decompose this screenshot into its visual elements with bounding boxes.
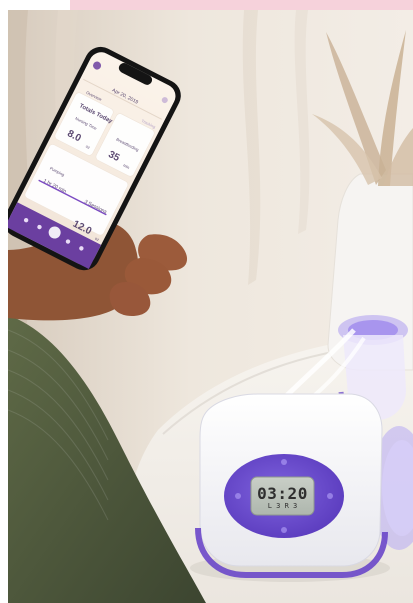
pumping-volume: 12.0 (70, 218, 94, 238)
photo-frame: Apr 20, 2019 Overview Tracking Totals To… (0, 0, 413, 603)
top-accent-band (70, 0, 413, 10)
pumping-time: 1 hr 20 min (42, 178, 68, 195)
app-date: Apr 20, 2019 (110, 87, 140, 106)
pumping-sessions: 3 Sessions (83, 198, 108, 216)
pump-lcd-subtext: L 3 R 3 (267, 502, 298, 510)
pump-button-icon (281, 527, 287, 533)
breastfeeding-card-unit: min (122, 162, 131, 170)
nursing-card-unit: oz (84, 143, 91, 150)
tab-overview[interactable]: Overview (85, 90, 102, 102)
pumping-volume-unit: oz (94, 235, 101, 243)
photo: Apr 20, 2019 Overview Tracking Totals To… (8, 10, 413, 603)
breastfeeding-card-label: Breastfeeding (115, 136, 140, 153)
breastfeeding-card-value: 35 (106, 149, 122, 164)
pump-lcd-value: 03:20 (257, 484, 308, 503)
nursing-card-value: 8.0 (65, 128, 83, 145)
pump-button-icon (281, 459, 287, 465)
nursing-card-label: Nursing Time (74, 115, 98, 131)
pumping-card-label: Pumping (49, 165, 66, 178)
pump-button-icon (327, 493, 333, 499)
pump-button-icon (235, 493, 241, 499)
tab-tracking[interactable]: Tracking (141, 118, 157, 129)
